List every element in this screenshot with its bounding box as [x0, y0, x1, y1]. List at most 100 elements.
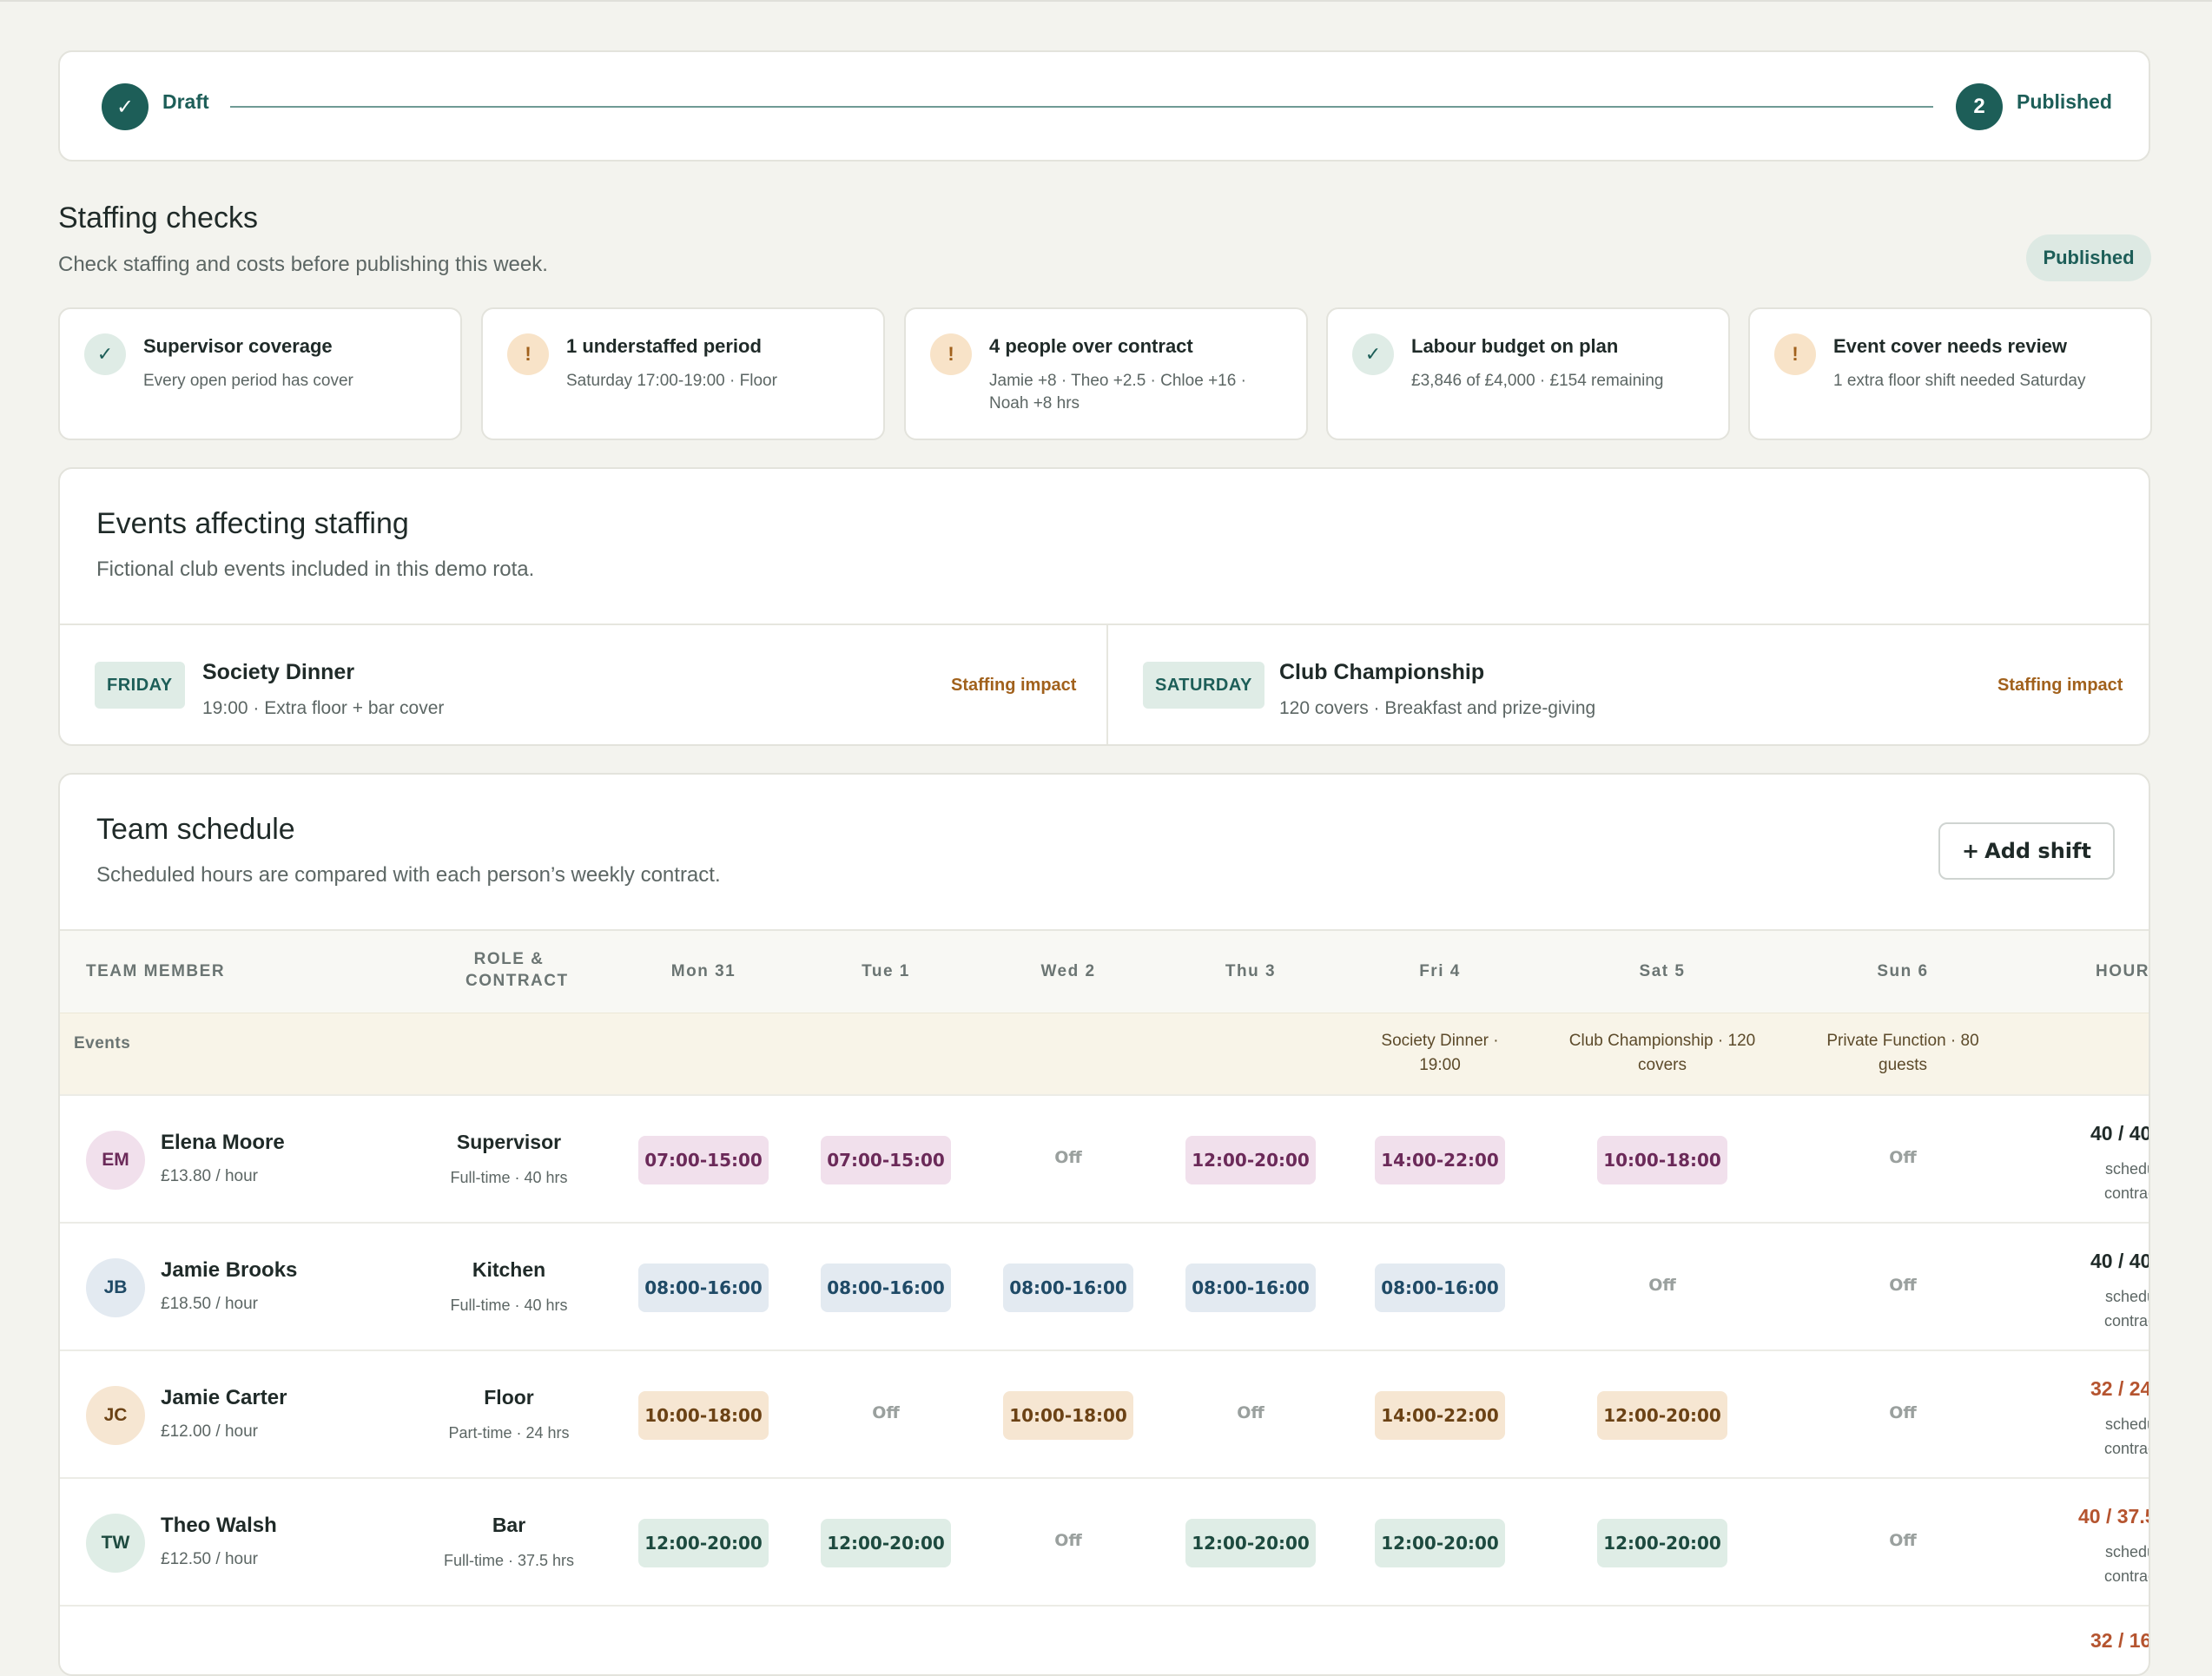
off-cell[interactable]: Off: [1185, 1403, 1316, 1422]
shift-chip[interactable]: 12:00-20:00: [1597, 1391, 1727, 1440]
shift-chip[interactable]: 12:00-20:00: [1185, 1136, 1316, 1184]
events-card: Events affecting staffing Fictional club…: [58, 467, 2150, 746]
check-title: Event cover needs review: [1833, 335, 2068, 357]
top-border: [0, 0, 2212, 2]
shift-chip[interactable]: 08:00-16:00: [1003, 1264, 1133, 1312]
step-published-label[interactable]: Published: [2017, 90, 2112, 114]
member-rate: £12.50 / hour: [161, 1550, 258, 1568]
shift-chip[interactable]: 08:00-16:00: [638, 1264, 769, 1312]
events-subtitle: Fictional club events included in this d…: [96, 558, 535, 581]
staffing-impact-link[interactable]: Staffing impact: [951, 676, 1076, 696]
check-icon: ✓: [1352, 333, 1394, 375]
off-cell[interactable]: Off: [1838, 1403, 1968, 1422]
column-header-role[interactable]: ROLE & CONTRACT: [466, 948, 567, 992]
event-detail: 19:00 · Extra floor + bar cover: [202, 698, 445, 718]
column-header-member[interactable]: TEAM MEMBER: [86, 960, 225, 982]
member-contract: Full-time · 40 hrs: [450, 1297, 568, 1314]
check-title: Supervisor coverage: [143, 335, 333, 357]
team-schedule-subtitle: Scheduled hours are compared with each p…: [96, 863, 721, 887]
staffing-impact-link[interactable]: Staffing impact: [1997, 676, 2123, 696]
hours-caption: scheduled contracted: [2080, 1540, 2149, 1588]
shift-chip[interactable]: 12:00-20:00: [1375, 1519, 1505, 1567]
event-cell-line: Society Dinner ·: [1381, 1032, 1499, 1050]
column-header-day[interactable]: Fri 4: [1375, 960, 1505, 982]
add-shift-label: Add shift: [1984, 839, 2091, 863]
check-card-understaffed[interactable]: ! 1 understaffed period Saturday 17:00-1…: [481, 307, 885, 440]
check-card-supervisor[interactable]: ✓ Supervisor coverage Every open period …: [58, 307, 462, 440]
event-cell-sat: Club Championship · 120 covers: [1554, 1029, 1771, 1078]
column-header-day[interactable]: Sat 5: [1597, 960, 1727, 982]
event-cell-line: guests: [1879, 1056, 1927, 1074]
table-row[interactable]: TW Theo Walsh £12.50 / hour Bar Full-tim…: [60, 1477, 2149, 1607]
day-badge-saturday: SATURDAY: [1143, 662, 1264, 709]
shift-chip[interactable]: 08:00-16:00: [1185, 1264, 1316, 1312]
shift-chip[interactable]: 12:00-20:00: [821, 1519, 951, 1567]
staffing-checks-subtitle: Check staffing and costs before publishi…: [58, 253, 548, 276]
off-cell[interactable]: Off: [1597, 1276, 1727, 1295]
off-cell[interactable]: Off: [1838, 1276, 1968, 1295]
table-row[interactable]: JC Jamie Carter £12.00 / hour Floor Part…: [60, 1349, 2149, 1479]
off-cell[interactable]: Off: [1838, 1531, 1968, 1550]
hours-caption-line: contracted: [2103, 1184, 2149, 1202]
hours-value-over: 40 / 37.5: [2078, 1505, 2150, 1528]
step-connector: [230, 106, 1933, 108]
event-cell-line: covers: [1638, 1056, 1687, 1074]
shift-chip[interactable]: 14:00-22:00: [1375, 1391, 1505, 1440]
event-detail: 120 covers · Breakfast and prize-giving: [1279, 698, 1596, 718]
check-title: 4 people over contract: [989, 335, 1193, 357]
step-2-number: 2: [1956, 83, 2003, 130]
check-title: Labour budget on plan: [1411, 335, 1619, 357]
member-name[interactable]: Theo Walsh: [161, 1514, 277, 1538]
team-schedule-card: Team schedule Scheduled hours are compar…: [58, 773, 2150, 1676]
hours-caption: scheduled contracted: [2080, 1412, 2149, 1461]
shift-chip[interactable]: 08:00-16:00: [821, 1264, 951, 1312]
off-cell[interactable]: Off: [1003, 1148, 1133, 1167]
column-header-day[interactable]: Tue 1: [821, 960, 951, 982]
check-card-event-cover[interactable]: ! Event cover needs review 1 extra floor…: [1748, 307, 2152, 440]
shift-chip[interactable]: 12:00-20:00: [1597, 1519, 1727, 1567]
hours-caption-line: contracted: [2103, 1312, 2149, 1330]
hours-caption: scheduled contracted: [2080, 1284, 2149, 1333]
member-role: Kitchen: [472, 1258, 546, 1281]
shift-chip[interactable]: 08:00-16:00: [1375, 1264, 1505, 1312]
shift-chip[interactable]: 07:00-15:00: [638, 1136, 769, 1184]
warning-icon: !: [507, 333, 549, 375]
member-name[interactable]: Jamie Brooks: [161, 1258, 297, 1283]
shift-chip[interactable]: 12:00-20:00: [1185, 1519, 1316, 1567]
shift-chip[interactable]: 12:00-20:00: [638, 1519, 769, 1567]
add-shift-button[interactable]: + Add shift: [1938, 822, 2115, 880]
avatar: JB: [86, 1258, 145, 1317]
member-contract: Part-time · 24 hrs: [448, 1424, 570, 1442]
member-name[interactable]: Jamie Carter: [161, 1386, 287, 1410]
column-header-day[interactable]: Sun 6: [1838, 960, 1968, 982]
hours-caption-line: contracted: [2103, 1567, 2149, 1585]
shift-chip[interactable]: 07:00-15:00: [821, 1136, 951, 1184]
member-name[interactable]: Elena Moore: [161, 1131, 285, 1155]
off-cell[interactable]: Off: [1003, 1531, 1133, 1550]
check-card-labour-budget[interactable]: ✓ Labour budget on plan £3,846 of £4,000…: [1326, 307, 1730, 440]
column-header-day[interactable]: Mon 31: [638, 960, 769, 982]
check-detail: Saturday 17:00-19:00 · Floor: [566, 372, 777, 390]
off-cell[interactable]: Off: [821, 1403, 951, 1422]
column-header-day[interactable]: Wed 2: [1003, 960, 1133, 982]
event-cell-sun: Private Function · 80 guests: [1799, 1029, 2007, 1078]
table-row[interactable]: JB Jamie Brooks £18.50 / hour Kitchen Fu…: [60, 1222, 2149, 1351]
hours-caption-line: scheduled: [2104, 1415, 2149, 1433]
shift-chip[interactable]: 14:00-22:00: [1375, 1136, 1505, 1184]
check-card-over-contract[interactable]: ! 4 people over contract Jamie +8 · Theo…: [904, 307, 1308, 440]
column-header-hours[interactable]: HOURS: [2096, 960, 2149, 982]
plus-icon: +: [1962, 839, 1980, 863]
step-draft-label[interactable]: Draft: [162, 90, 209, 114]
check-detail: Jamie +8 · Theo +2.5 · Chloe +16 · Noah …: [989, 372, 1246, 412]
hours-caption-line: scheduled: [2104, 1160, 2149, 1178]
off-cell[interactable]: Off: [1838, 1148, 1968, 1167]
table-row[interactable]: 32 / 16: [60, 1605, 2149, 1674]
column-header-day[interactable]: Thu 3: [1185, 960, 1316, 982]
table-row[interactable]: EM Elena Moore £13.80 / hour Supervisor …: [60, 1094, 2149, 1224]
shift-chip[interactable]: 10:00-18:00: [638, 1391, 769, 1440]
shift-chip[interactable]: 10:00-18:00: [1003, 1391, 1133, 1440]
event-cell-fri: Society Dinner · 19:00: [1353, 1029, 1527, 1078]
shift-chip[interactable]: 10:00-18:00: [1597, 1136, 1727, 1184]
member-role: Floor: [484, 1386, 534, 1409]
avatar: JC: [86, 1386, 145, 1445]
